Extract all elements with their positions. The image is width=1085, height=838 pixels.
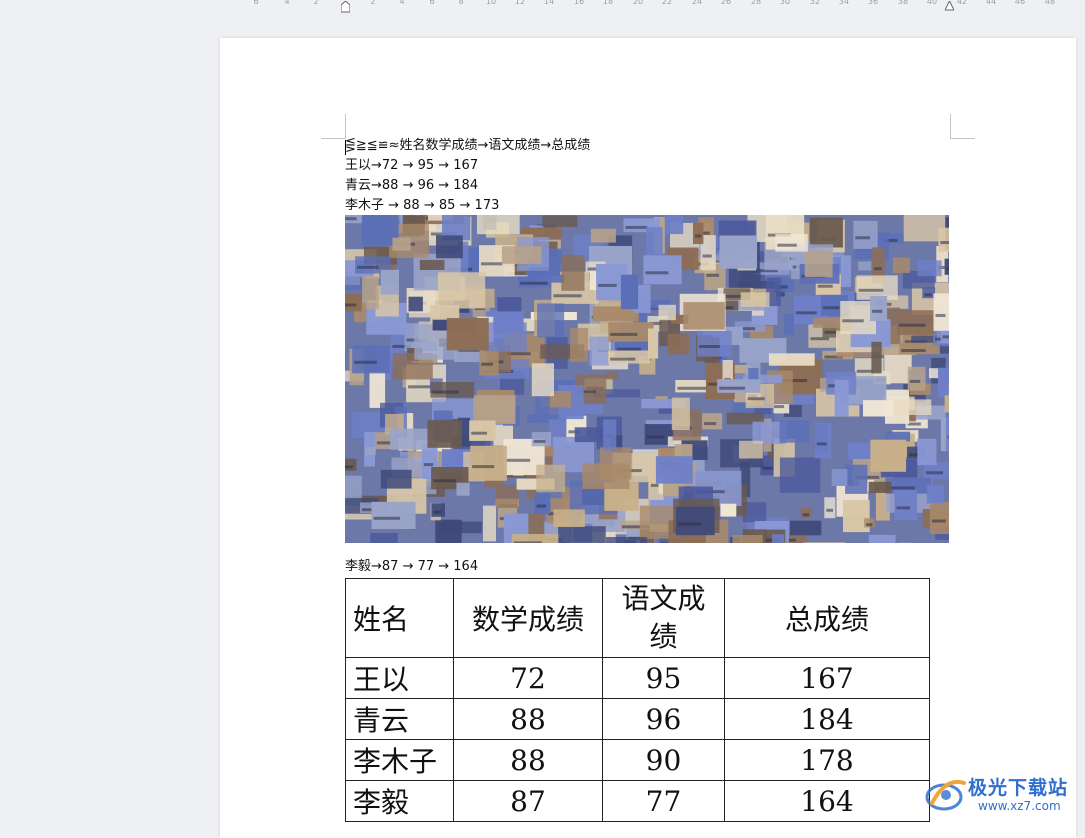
ruler-tick-label: 10 [486, 0, 496, 6]
table-header-row: 姓名 数学成绩 语文成绩 总成绩 [346, 579, 930, 658]
table-row: 王以 72 95 167 [346, 658, 930, 699]
text-line[interactable]: 王以→72 → 95 → 167 [345, 156, 478, 176]
ruler-tick-label: 4 [399, 0, 404, 6]
table-cell[interactable]: 95 [603, 658, 725, 699]
watermark-url: www.xz7.com [978, 799, 1061, 813]
ruler-tick-label: 48 [1045, 0, 1055, 6]
ruler-tick-label: 32 [810, 0, 820, 6]
ruler-tick-label: 46 [1015, 0, 1025, 6]
ruler-tick-label: 20 [633, 0, 643, 6]
table-cell[interactable]: 88 [454, 699, 603, 740]
table-cell[interactable]: 72 [454, 658, 603, 699]
document-page[interactable]: ⋚≧≦≌≈姓名数学成绩→语文成绩→总成绩 王以→72 → 95 → 167 青云… [220, 38, 1076, 838]
table-row: 李木子 88 90 178 [346, 740, 930, 781]
ruler-tick-label: 8 [458, 0, 463, 6]
horizontal-ruler[interactable]: 6422468101214161820222426283032343638404… [0, 0, 1085, 10]
site-watermark: 极光下载站 www.xz7.com [924, 771, 1084, 821]
table-header-cell[interactable]: 总成绩 [725, 579, 930, 658]
ruler-tick-label: 42 [957, 0, 967, 6]
table-cell[interactable]: 96 [603, 699, 725, 740]
ruler-tick-label: 14 [544, 0, 554, 6]
ruler-tick-label: 12 [515, 0, 525, 6]
table-cell[interactable]: 178 [725, 740, 930, 781]
margin-corner-top-right [950, 114, 975, 139]
ruler-tick-label: 26 [721, 0, 731, 6]
ruler-tick-label: 36 [868, 0, 878, 6]
ruler-tick-label: 6 [253, 0, 258, 6]
table-header-cell[interactable]: 语文成绩 [603, 579, 725, 658]
table-cell[interactable]: 青云 [346, 699, 454, 740]
text-line[interactable]: 李毅→87 → 77 → 164 [345, 557, 478, 577]
watermark-logo-icon [924, 773, 968, 817]
table-row: 李毅 87 77 164 [346, 781, 930, 822]
watermark-brand: 极光下载站 [968, 773, 1068, 800]
table-cell[interactable]: 77 [603, 781, 725, 822]
table-cell[interactable]: 90 [603, 740, 725, 781]
table-cell[interactable]: 167 [725, 658, 930, 699]
ruler-tick-label: 30 [780, 0, 790, 6]
city-photo-image[interactable] [345, 215, 949, 543]
table-cell[interactable]: 李毅 [346, 781, 454, 822]
ruler-tick-label: 22 [662, 0, 672, 6]
ruler-tick-label: 4 [284, 0, 289, 6]
text-line[interactable]: 青云→88 → 96 → 184 [345, 176, 478, 196]
ruler-tick-label: 24 [692, 0, 702, 6]
ruler-tick-label: 18 [603, 0, 613, 6]
table-cell[interactable]: 184 [725, 699, 930, 740]
ruler-tick-label: 44 [986, 0, 996, 6]
header-text-line[interactable]: ⋚≧≦≌≈姓名数学成绩→语文成绩→总成绩 [345, 136, 590, 156]
table-header-cell[interactable]: 姓名 [346, 579, 454, 658]
margin-corner-top-left [321, 114, 346, 139]
right-indent-marker[interactable] [945, 1, 953, 10]
table-cell[interactable]: 87 [454, 781, 603, 822]
table-cell[interactable]: 李木子 [346, 740, 454, 781]
ruler-tick-label: 16 [574, 0, 584, 6]
table-header-cell[interactable]: 数学成绩 [454, 579, 603, 658]
ruler-tick-label: 2 [370, 0, 375, 6]
ruler-tick-label: 34 [839, 0, 849, 6]
ruler-tick-label: 2 [313, 0, 318, 6]
table-cell[interactable]: 88 [454, 740, 603, 781]
ruler-tick-label: 38 [898, 0, 908, 6]
table-row: 青云 88 96 184 [346, 699, 930, 740]
table-cell[interactable]: 164 [725, 781, 930, 822]
text-line[interactable]: 李木子 → 88 → 85 → 173 [345, 196, 499, 216]
grade-table[interactable]: 姓名 数学成绩 语文成绩 总成绩 王以 72 95 167 青云 88 96 1… [345, 578, 930, 822]
ruler-tick-label: 40 [927, 0, 937, 6]
left-indent-marker[interactable] [341, 1, 349, 10]
table-cell[interactable]: 王以 [346, 658, 454, 699]
ruler-tick-label: 6 [429, 0, 434, 6]
ruler-tick-label: 28 [751, 0, 761, 6]
